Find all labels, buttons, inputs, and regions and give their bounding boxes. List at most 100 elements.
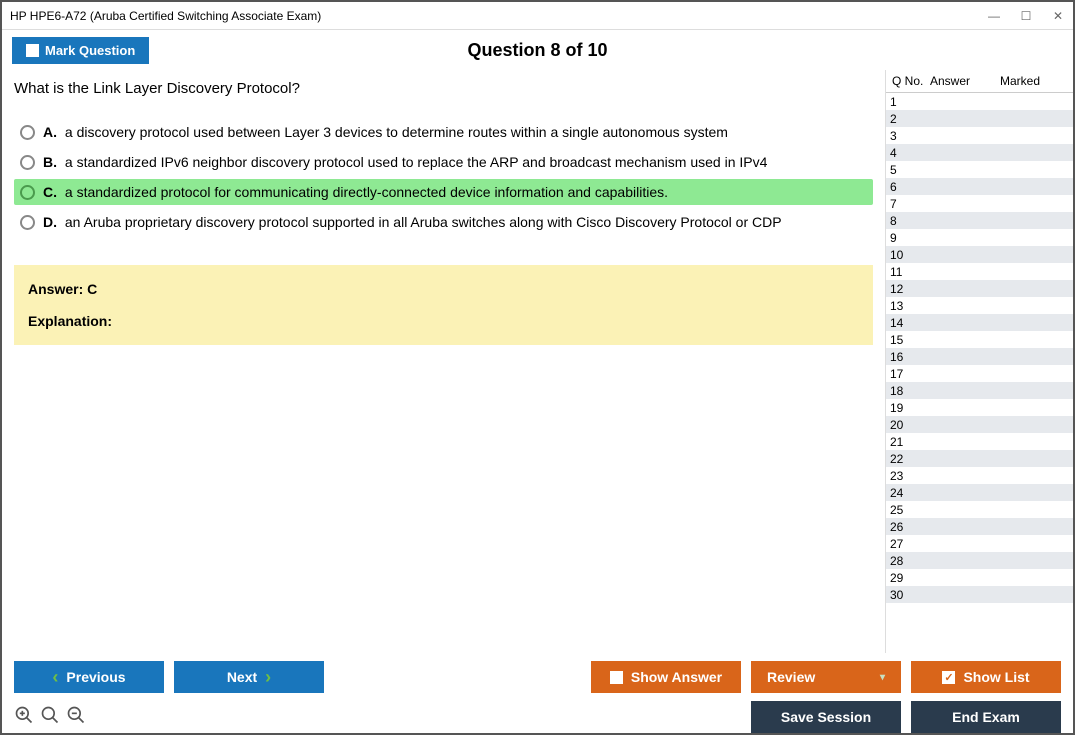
topbar: Mark Question Question 8 of 10 xyxy=(2,30,1073,70)
question-number: 22 xyxy=(886,452,928,466)
question-row[interactable]: 30 xyxy=(886,586,1073,603)
question-number: 29 xyxy=(886,571,928,585)
question-row[interactable]: 4 xyxy=(886,144,1073,161)
question-row[interactable]: 9 xyxy=(886,229,1073,246)
main-area: What is the Link Layer Discovery Protoco… xyxy=(2,70,1073,653)
minimize-button[interactable]: — xyxy=(987,9,1001,23)
question-row[interactable]: 17 xyxy=(886,365,1073,382)
bottombar: Previous Next Show Answer Review Show Li… xyxy=(2,653,1073,733)
option-text: B. a standardized IPv6 neighbor discover… xyxy=(43,154,767,170)
save-session-button[interactable]: Save Session xyxy=(751,701,901,733)
previous-label: Previous xyxy=(66,669,125,685)
option-C[interactable]: C. a standardized protocol for communica… xyxy=(14,179,873,205)
next-label: Next xyxy=(227,669,257,685)
zoom-controls xyxy=(14,705,86,730)
option-A[interactable]: A. a discovery protocol used between Lay… xyxy=(14,119,873,145)
question-number: 5 xyxy=(886,163,928,177)
question-number: 20 xyxy=(886,418,928,432)
col-marked-header: Marked xyxy=(1000,74,1040,88)
option-text: D. an Aruba proprietary discovery protoc… xyxy=(43,214,782,230)
show-list-checkbox-icon xyxy=(942,671,955,684)
radio-icon xyxy=(20,125,35,140)
question-row[interactable]: 2 xyxy=(886,110,1073,127)
question-number: 16 xyxy=(886,350,928,364)
window-controls: — ☐ ✕ xyxy=(987,9,1065,23)
question-row[interactable]: 25 xyxy=(886,501,1073,518)
question-row[interactable]: 29 xyxy=(886,569,1073,586)
question-row[interactable]: 24 xyxy=(886,484,1073,501)
option-D[interactable]: D. an Aruba proprietary discovery protoc… xyxy=(14,209,873,235)
radio-icon xyxy=(20,215,35,230)
question-row[interactable]: 19 xyxy=(886,399,1073,416)
previous-button[interactable]: Previous xyxy=(14,661,164,693)
button-row-1: Previous Next Show Answer Review Show Li… xyxy=(14,661,1061,693)
question-row[interactable]: 23 xyxy=(886,467,1073,484)
question-row[interactable]: 20 xyxy=(886,416,1073,433)
app-window: HP HPE6-A72 (Aruba Certified Switching A… xyxy=(0,0,1075,735)
sidebar-body[interactable]: 1234567891011121314151617181920212223242… xyxy=(886,93,1073,653)
save-session-label: Save Session xyxy=(781,709,871,725)
maximize-button[interactable]: ☐ xyxy=(1019,9,1033,23)
question-row[interactable]: 10 xyxy=(886,246,1073,263)
zoom-out-icon[interactable] xyxy=(66,705,86,730)
window-title: HP HPE6-A72 (Aruba Certified Switching A… xyxy=(10,9,321,23)
question-number: 6 xyxy=(886,180,928,194)
mark-question-button[interactable]: Mark Question xyxy=(12,37,149,64)
question-number: 28 xyxy=(886,554,928,568)
question-row[interactable]: 3 xyxy=(886,127,1073,144)
review-dropdown[interactable]: Review xyxy=(751,661,901,693)
question-number: 14 xyxy=(886,316,928,330)
question-number: 11 xyxy=(886,265,928,279)
show-answer-button[interactable]: Show Answer xyxy=(591,661,741,693)
option-text: C. a standardized protocol for communica… xyxy=(43,184,668,200)
end-exam-button[interactable]: End Exam xyxy=(911,701,1061,733)
next-button[interactable]: Next xyxy=(174,661,324,693)
radio-icon xyxy=(20,155,35,170)
question-number: 12 xyxy=(886,282,928,296)
question-row[interactable]: 21 xyxy=(886,433,1073,450)
question-row[interactable]: 27 xyxy=(886,535,1073,552)
question-row[interactable]: 12 xyxy=(886,280,1073,297)
question-row[interactable]: 11 xyxy=(886,263,1073,280)
question-number: 21 xyxy=(886,435,928,449)
question-text: What is the Link Layer Discovery Protoco… xyxy=(14,80,873,97)
question-number: 3 xyxy=(886,129,928,143)
question-row[interactable]: 13 xyxy=(886,297,1073,314)
zoom-reset-icon[interactable] xyxy=(40,705,60,730)
answer-line: Answer: C xyxy=(28,281,859,297)
review-label: Review xyxy=(767,669,815,685)
question-number: 1 xyxy=(886,95,928,109)
question-row[interactable]: 22 xyxy=(886,450,1073,467)
question-number: 2 xyxy=(886,112,928,126)
question-row[interactable]: 16 xyxy=(886,348,1073,365)
question-number: 8 xyxy=(886,214,928,228)
question-row[interactable]: 8 xyxy=(886,212,1073,229)
show-answer-checkbox-icon xyxy=(610,671,623,684)
question-row[interactable]: 26 xyxy=(886,518,1073,535)
options-list: A. a discovery protocol used between Lay… xyxy=(14,119,873,235)
question-number: 25 xyxy=(886,503,928,517)
zoom-in-icon[interactable] xyxy=(14,705,34,730)
question-row[interactable]: 18 xyxy=(886,382,1073,399)
question-row[interactable]: 6 xyxy=(886,178,1073,195)
mark-checkbox-icon xyxy=(26,44,39,57)
answer-box: Answer: C Explanation: xyxy=(14,265,873,345)
show-list-label: Show List xyxy=(963,669,1029,685)
explanation-label: Explanation: xyxy=(28,313,859,329)
question-list-sidebar: Q No. Answer Marked 12345678910111213141… xyxy=(885,70,1073,653)
question-row[interactable]: 15 xyxy=(886,331,1073,348)
question-row[interactable]: 28 xyxy=(886,552,1073,569)
question-number: 27 xyxy=(886,537,928,551)
question-number: 18 xyxy=(886,384,928,398)
show-list-button[interactable]: Show List xyxy=(911,661,1061,693)
question-row[interactable]: 7 xyxy=(886,195,1073,212)
question-row[interactable]: 14 xyxy=(886,314,1073,331)
question-number: 19 xyxy=(886,401,928,415)
question-row[interactable]: 5 xyxy=(886,161,1073,178)
close-button[interactable]: ✕ xyxy=(1051,9,1065,23)
question-row[interactable]: 1 xyxy=(886,93,1073,110)
question-number: 9 xyxy=(886,231,928,245)
question-number: 13 xyxy=(886,299,928,313)
option-B[interactable]: B. a standardized IPv6 neighbor discover… xyxy=(14,149,873,175)
show-answer-label: Show Answer xyxy=(631,669,722,685)
